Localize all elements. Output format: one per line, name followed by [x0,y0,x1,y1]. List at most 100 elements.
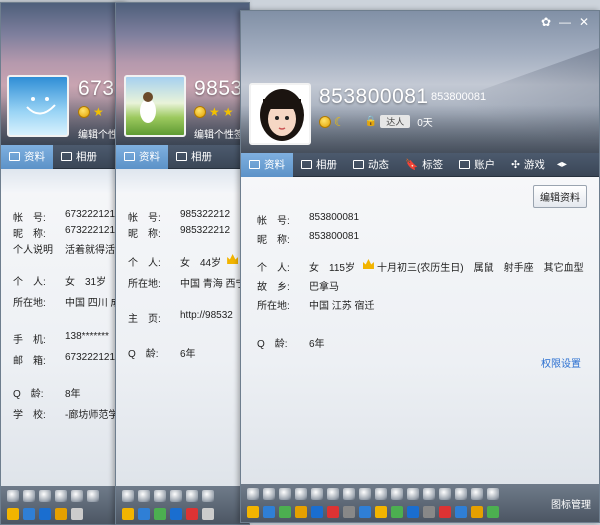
app-icon[interactable] [154,508,166,520]
app-icon[interactable] [279,506,291,518]
album-icon [176,152,187,161]
badge-icon[interactable] [186,490,198,502]
edit-profile-button[interactable]: 编辑资料 [533,185,587,208]
badge-icon[interactable] [170,490,182,502]
star-app-icon[interactable] [7,508,19,520]
badge-icon[interactable] [455,488,467,500]
star-app-icon[interactable] [247,506,259,518]
tab-games[interactable]: ✣ 游戏 [503,153,553,177]
app-icon[interactable] [202,508,214,520]
profile-body: 帐 号: 673222121 昵 称: 673222121 个人说明 活着就得活出 个… [1,169,127,486]
field-row: Q 龄: 8年 [13,389,81,400]
app-icon[interactable] [423,506,435,518]
tab-album[interactable]: 相册 [168,145,220,169]
badge-icon[interactable] [71,490,83,502]
app-icon[interactable] [407,506,419,518]
card-icon [249,160,260,169]
badge-icon[interactable] [375,488,387,500]
field-row: 个 人: 女 44岁 [128,254,239,269]
tab-account[interactable]: 账户 [451,153,503,177]
badge-icon[interactable] [439,488,451,500]
icon-manage-link[interactable]: 图标管理 [551,496,591,511]
app-icon[interactable] [375,506,387,518]
smile-icon [78,106,90,118]
field-row: 个 人: 女 31岁 [13,277,107,288]
user-id: 853800081 [319,85,429,108]
badge-icon[interactable] [154,490,166,502]
badge-icon[interactable] [407,488,419,500]
tab-bar: 资料 相册 动态 🔖 标签 账户 ✣ 游戏 ◂▸ [241,152,599,177]
star-app-icon[interactable] [122,508,134,520]
badge-icon[interactable] [7,490,19,502]
tab-album[interactable]: 相册 [293,153,345,177]
app-icon[interactable] [471,506,483,518]
skin-icon[interactable]: ✿ [541,15,551,29]
field-row: 主 页: http://98532 [128,310,233,325]
tab-tags[interactable]: 🔖 标签 [397,153,451,177]
badge-icon[interactable] [359,488,371,500]
card-icon [9,152,20,161]
field-row: 昵 称: 673222121 [13,225,116,240]
smile-icon [194,106,206,118]
app-icon[interactable] [263,506,275,518]
badge-icon[interactable] [391,488,403,500]
app-icon[interactable] [311,506,323,518]
tab-scroll-icon[interactable]: ◂▸ [557,159,567,170]
field-row: 所在地: 中国 青海 西宁 [128,279,246,290]
avatar[interactable] [249,83,311,145]
feed-icon [353,160,364,169]
badge-icon[interactable] [487,488,499,500]
avatar[interactable] [124,75,186,137]
tab-profile[interactable]: 资料 [241,152,293,177]
badge-icon[interactable] [122,490,134,502]
badge-icon[interactable] [138,490,150,502]
tab-profile[interactable]: 资料 [1,144,53,169]
moon-icon: ☾ [334,114,345,129]
badge-icon[interactable] [279,488,291,500]
app-icon[interactable] [71,508,83,520]
signature[interactable]: 编辑个性签 [194,126,244,141]
badge-icon[interactable] [87,490,99,502]
app-icon[interactable] [55,508,67,520]
user-id-small: 853800081 [431,91,487,103]
permission-settings-link[interactable]: 权限设置 [541,355,581,370]
album-icon [61,152,72,161]
app-icon[interactable] [487,506,499,518]
avatar[interactable] [7,75,69,137]
app-icon[interactable] [455,506,467,518]
badge-icon[interactable] [247,488,259,500]
badge-icon[interactable] [327,488,339,500]
close-icon[interactable]: ✕ [579,15,589,29]
tab-profile[interactable]: 资料 [116,144,168,169]
badge-icon[interactable] [263,488,275,500]
app-icon[interactable] [391,506,403,518]
field-row: 邮 箱: 673222121 [13,352,116,367]
app-icon[interactable] [359,506,371,518]
app-icon[interactable] [138,508,150,520]
minimize-icon[interactable]: — [559,15,571,29]
field-row: 昵 称: 853800081 [257,231,360,246]
badge-icon[interactable] [55,490,67,502]
app-icon[interactable] [23,508,35,520]
badge-icon[interactable] [295,488,307,500]
app-icon[interactable] [327,506,339,518]
badge-icon[interactable] [311,488,323,500]
app-icon[interactable] [295,506,307,518]
app-icon[interactable] [186,508,198,520]
tab-album[interactable]: 相册 [53,145,105,169]
badge-icon[interactable] [423,488,435,500]
app-icon[interactable] [170,508,182,520]
badge-icon[interactable] [471,488,483,500]
tab-feed[interactable]: 动态 [345,153,397,177]
game-icon: ✣ [511,158,520,171]
field-row: 所在地: 中国 江苏 宿迁 [257,301,375,312]
badge-icon[interactable] [343,488,355,500]
app-icon[interactable] [439,506,451,518]
signature[interactable]: 编辑个性 [78,126,118,141]
app-icon[interactable] [39,508,51,520]
app-icon[interactable] [343,506,355,518]
badge-icon[interactable] [202,490,214,502]
field-row: 手 机: 138******* [13,331,109,346]
badge-icon[interactable] [39,490,51,502]
badge-icon[interactable] [23,490,35,502]
